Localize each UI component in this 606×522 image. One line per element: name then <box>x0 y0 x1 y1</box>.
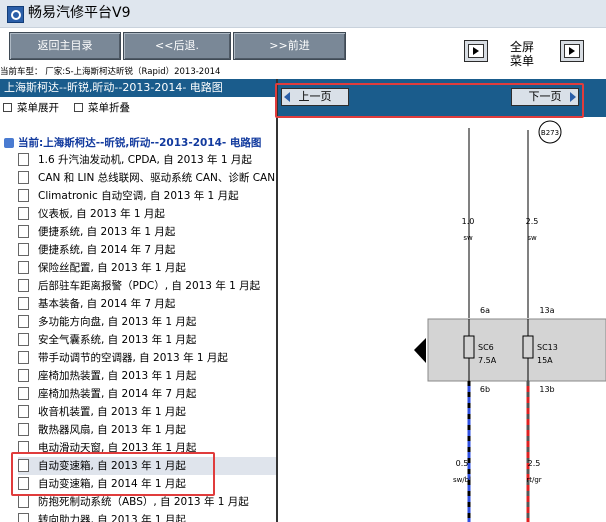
forward-button[interactable]: >>前进 <box>233 32 346 60</box>
folder-icon <box>4 138 14 148</box>
pin-top-right: 13a <box>539 306 554 315</box>
list-item[interactable]: 仪表板, 自 2013 年 1 月起 <box>18 205 276 223</box>
wire-bottom-left-color: sw/bl <box>453 476 471 484</box>
app-logo-icon <box>7 6 24 23</box>
document-icon <box>18 440 29 454</box>
list-item[interactable]: 散热器风扇, 自 2013 年 1 月起 <box>18 421 276 439</box>
pin-bottom-right: 13b <box>539 385 554 394</box>
list-item[interactable]: 收音机装置, 自 2013 年 1 月起 <box>18 403 276 421</box>
document-icon <box>18 476 29 490</box>
expand-right-icon <box>468 44 484 58</box>
document-icon <box>18 206 29 220</box>
diagram-canvas: B273 1.0 sw 2.5 sw 6a 13a SC6 7.5A SC13 … <box>414 120 606 522</box>
list-item[interactable]: 1.6 升汽油发动机, CPDA, 自 2013 年 1 月起 <box>18 151 276 169</box>
list-item[interactable]: 带手动调节的空调器, 自 2013 年 1 月起 <box>18 349 276 367</box>
list-item[interactable]: 转向助力器, 自 2013 年 1 月起 <box>18 511 276 522</box>
app-title: 畅易汽修平台V9 <box>28 5 131 21</box>
list-item[interactable]: 自动变速箱, 自 2013 年 1 月起 <box>18 457 276 475</box>
split-panels-icon <box>564 44 580 58</box>
fuse-left-name: SC6 <box>478 343 494 352</box>
list-item[interactable]: 后部驻车距离报警（PDC）, 自 2013 年 1 月起 <box>18 277 276 295</box>
arrow-left-icon <box>284 92 290 102</box>
list-item[interactable]: 座椅加热装置, 自 2013 年 1 月起 <box>18 367 276 385</box>
document-icon <box>18 314 29 328</box>
collapse-box-icon <box>74 102 83 112</box>
list-item[interactable]: 自动变速箱, 自 2014 年 1 月起 <box>18 475 276 493</box>
fuse-right-name: SC13 <box>537 343 558 352</box>
title-bar: 畅易汽修平台V9 <box>0 0 606 28</box>
list-item[interactable]: 基本装备, 自 2014 年 7 月起 <box>18 295 276 313</box>
document-icon <box>18 260 29 274</box>
menu-toggle-button[interactable] <box>560 40 584 62</box>
wire-bottom-left-size: 0.5 <box>456 459 469 468</box>
breadcrumb: 当前车型： 厂家:S-上海斯柯达昕锐（Rapid）2013-2014 <box>0 67 221 77</box>
home-button[interactable]: 返回主目录 <box>9 32 121 60</box>
document-icon <box>18 386 29 400</box>
wire-left-color: sw <box>463 234 473 242</box>
next-page-button[interactable]: 下一页 <box>511 88 579 106</box>
fullscreen-menu-label: 全屏 菜单 <box>509 40 534 68</box>
wire-right-size: 2.5 <box>526 217 539 226</box>
document-icon <box>18 152 29 166</box>
document-icon <box>18 494 29 508</box>
menu-controls: 菜单展开 菜单折叠 <box>0 100 277 116</box>
list-item[interactable]: 便捷系统, 自 2013 年 1 月起 <box>18 223 276 241</box>
document-icon <box>18 296 29 310</box>
list-item[interactable]: Climatronic 自动空调, 自 2013 年 1 月起 <box>18 187 276 205</box>
viewer-toolbar: 上一页 下一页 <box>278 79 606 117</box>
fullscreen-toggle-button[interactable] <box>464 40 488 62</box>
document-icon <box>18 512 29 522</box>
fuse-box <box>427 318 606 382</box>
document-icon <box>18 368 29 382</box>
list-item[interactable]: 便捷系统, 自 2014 年 7 月起 <box>18 241 276 259</box>
document-icon <box>18 458 29 472</box>
arrow-right-icon <box>570 92 576 102</box>
expand-box-icon <box>3 102 12 112</box>
document-icon <box>18 242 29 256</box>
menu-collapse-button[interactable]: 菜单折叠 <box>74 100 130 116</box>
document-icon <box>18 422 29 436</box>
wire-bottom-right-size: 2.5 <box>528 459 541 468</box>
fuse-left-rating: 7.5A <box>478 356 497 365</box>
list-item[interactable]: CAN 和 LIN 总线联网、驱动系统 CAN、诊断 CAN <box>18 169 276 187</box>
prev-page-button[interactable]: 上一页 <box>281 88 349 106</box>
fuse-right-rating: 15A <box>537 356 553 365</box>
fuse-box-pointer-icon <box>414 338 426 363</box>
document-icon <box>18 350 29 364</box>
list-item[interactable]: 保险丝配置, 自 2013 年 1 月起 <box>18 259 276 277</box>
list-item[interactable]: 安全气囊系统, 自 2013 年 1 月起 <box>18 331 276 349</box>
document-icon <box>18 332 29 346</box>
document-icon <box>18 224 29 238</box>
wire-bottom-right-color: rt/gr <box>526 476 541 484</box>
pin-bottom-left: 6b <box>480 385 490 394</box>
sidebar-header: 上海斯柯达--昕锐,昕动--2013-2014- 电路图 <box>0 79 277 97</box>
document-icon <box>18 278 29 292</box>
pin-top-left: 6a <box>480 306 490 315</box>
document-icon <box>18 170 29 184</box>
list-item[interactable]: 防抱死制动系统（ABS）, 自 2013 年 1 月起 <box>18 493 276 511</box>
list-item[interactable]: 座椅加热装置, 自 2014 年 7 月起 <box>18 385 276 403</box>
document-icon <box>18 188 29 202</box>
menu-tree: 当前:上海斯柯达--昕锐,昕动--2013-2014- 电路图 1.6 升汽油发… <box>0 133 276 522</box>
wiring-diagram: B273 1.0 sw 2.5 sw 6a 13a SC6 7.5A SC13 … <box>278 118 606 522</box>
document-icon <box>18 404 29 418</box>
list-item[interactable]: 电动滑动天窗, 自 2013 年 1 月起 <box>18 439 276 457</box>
tree-root[interactable]: 当前:上海斯柯达--昕锐,昕动--2013-2014- 电路图 <box>4 135 261 150</box>
wire-right-color: sw <box>527 234 537 242</box>
back-button[interactable]: <<后退. <box>123 32 231 60</box>
menu-expand-button[interactable]: 菜单展开 <box>3 100 59 116</box>
list-item[interactable]: 多功能方向盘, 自 2013 年 1 月起 <box>18 313 276 331</box>
connector-label: B273 <box>541 129 559 137</box>
wire-left-size: 1.0 <box>462 217 475 226</box>
